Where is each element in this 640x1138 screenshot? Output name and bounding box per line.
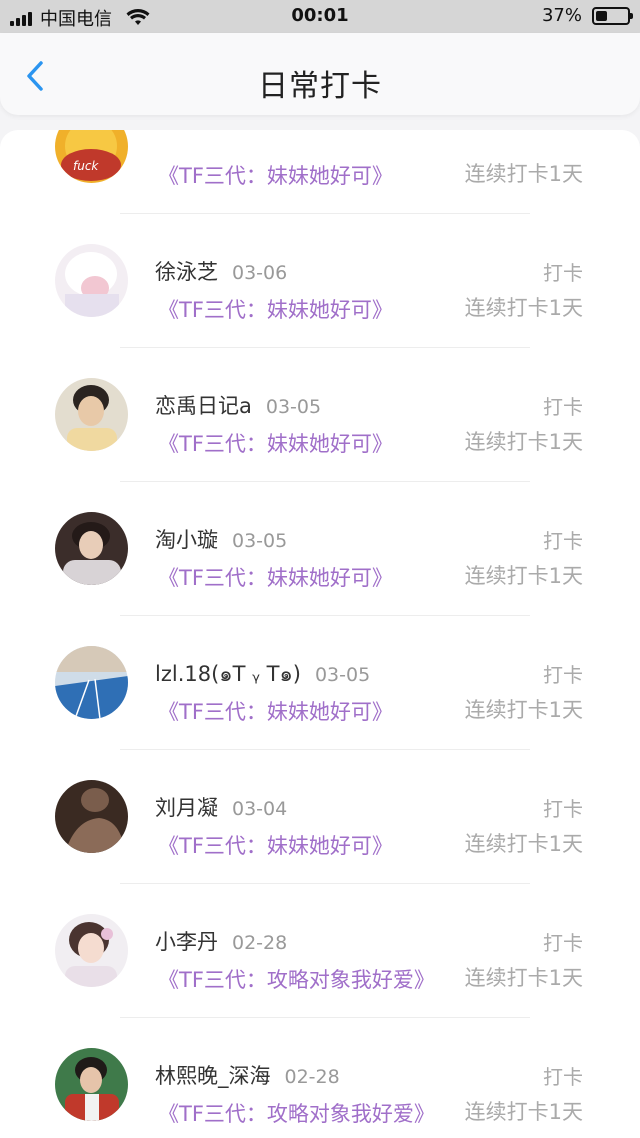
streak-label: 连续打卡1天 <box>464 564 583 588</box>
date: 03-04 <box>232 798 288 820</box>
streak-label: 连续打卡1天 <box>464 698 583 722</box>
streak-label: 连续打卡1天 <box>464 1100 583 1124</box>
avatar <box>55 914 128 987</box>
avatar <box>55 244 128 317</box>
list-item[interactable]: 小李丹 02-28 《TF三代：攻略对象我好爱》 打卡 连续打卡1天 <box>0 884 640 1018</box>
avatar-text: fuck <box>73 159 99 173</box>
user-name[interactable]: 刘月凝 <box>155 796 218 820</box>
checkin-button[interactable]: 打卡 <box>543 391 583 420</box>
streak-label: 连续打卡1天 <box>464 832 583 856</box>
checkin-button[interactable]: 打卡 <box>543 1061 583 1090</box>
user-line: 刘月凝 03-04 <box>155 792 287 822</box>
item-title[interactable]: 《TF三代：妹妹她好可》 <box>158 830 393 860</box>
status-bar: 中国电信 00:01 37% <box>0 0 640 33</box>
item-title[interactable]: 《TF三代：妹妹她好可》 <box>158 562 393 592</box>
avatar <box>55 378 128 451</box>
avatar <box>55 646 128 719</box>
checkin-button[interactable]: 打卡 <box>543 257 583 286</box>
item-title[interactable]: 《TF三代：妹妹她好可》 <box>158 428 393 458</box>
list-item[interactable]: lzl.18(๑T ᵧ T๑) 03-05 《TF三代：妹妹她好可》 打卡 连续打… <box>0 616 640 750</box>
battery-level <box>596 10 607 21</box>
avatar <box>55 1048 128 1121</box>
item-title[interactable]: 《TF三代：妹妹她好可》 <box>158 696 393 726</box>
user-line: 林熙晚_深海 02-28 <box>155 1060 340 1090</box>
date: 03-05 <box>265 396 322 418</box>
battery-icon <box>592 6 633 25</box>
user-name[interactable]: 恋禹日记a <box>155 394 252 418</box>
user-line: 小李丹 02-28 <box>155 926 287 956</box>
streak-label: 连续打卡1天 <box>464 162 583 186</box>
avatar <box>55 780 128 853</box>
date: 02-28 <box>232 932 288 954</box>
checkin-button[interactable]: 打卡 <box>543 525 583 554</box>
status-right: 37% <box>541 5 633 26</box>
avatar: fuck <box>55 130 128 183</box>
checkin-button[interactable]: 打卡 <box>543 793 583 822</box>
date: 03-05 <box>314 664 371 686</box>
user-name[interactable]: 徐泳芝 <box>155 260 218 284</box>
list-item[interactable]: 恋禹日记a 03-05 《TF三代：妹妹她好可》 打卡 连续打卡1天 <box>0 348 640 482</box>
user-line: 恋禹日记a 03-05 <box>155 390 321 420</box>
user-name[interactable]: 小李丹 <box>155 930 218 954</box>
list-item[interactable]: fuck 《TF三代：妹妹她好可》 连续打卡1天 <box>0 130 640 214</box>
nav-header: 日常打卡 <box>0 33 640 115</box>
list-item[interactable]: 林熙晚_深海 02-28 《TF三代：攻略对象我好爱》 打卡 连续打卡1天 <box>0 1018 640 1138</box>
battery-percent: 37% <box>541 5 582 26</box>
streak-label: 连续打卡1天 <box>464 966 583 990</box>
checkin-button[interactable]: 打卡 <box>543 659 583 688</box>
date: 02-28 <box>284 1066 340 1088</box>
list-item[interactable]: 刘月凝 03-04 《TF三代：妹妹她好可》 打卡 连续打卡1天 <box>0 750 640 884</box>
item-title[interactable]: 《TF三代：妹妹她好可》 <box>158 294 393 324</box>
list-item[interactable]: 淘小璇 03-05 《TF三代：妹妹她好可》 打卡 连续打卡1天 <box>0 482 640 616</box>
checkin-list: fuck 《TF三代：妹妹她好可》 连续打卡1天 徐泳芝 03-06 《TF三代：… <box>0 130 640 1138</box>
user-name[interactable]: lzl.18(๑T ᵧ T๑) <box>155 662 301 686</box>
streak-label: 连续打卡1天 <box>464 296 583 320</box>
item-title[interactable]: 《TF三代：妹妹她好可》 <box>158 160 393 190</box>
streak-label: 连续打卡1天 <box>464 430 583 454</box>
item-title[interactable]: 《TF三代：攻略对象我好爱》 <box>158 1098 435 1128</box>
item-title[interactable]: 《TF三代：攻略对象我好爱》 <box>158 964 435 994</box>
list-item[interactable]: 徐泳芝 03-06 《TF三代：妹妹她好可》 打卡 连续打卡1天 <box>0 214 640 348</box>
checkin-button[interactable]: 打卡 <box>543 927 583 956</box>
user-line: lzl.18(๑T ᵧ T๑) 03-05 <box>155 658 370 691</box>
user-line: 徐泳芝 03-06 <box>155 256 287 286</box>
date: 03-05 <box>232 530 288 552</box>
avatar <box>55 512 128 585</box>
user-name[interactable]: 淘小璇 <box>155 528 218 552</box>
page-title: 日常打卡 <box>258 69 382 104</box>
date: 03-06 <box>232 262 288 284</box>
user-name[interactable]: 林熙晚_深海 <box>155 1064 271 1088</box>
user-line: 淘小璇 03-05 <box>155 524 287 554</box>
